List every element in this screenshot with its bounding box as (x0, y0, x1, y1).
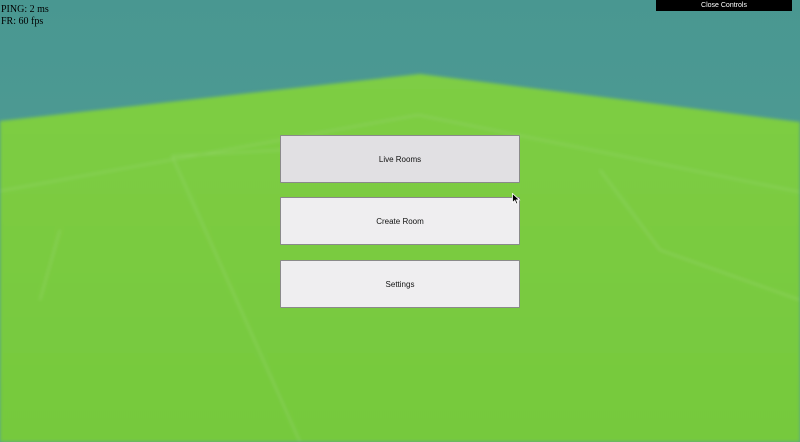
mouse-cursor-icon (512, 193, 521, 205)
ping-readout: PING: 2 ms (1, 4, 49, 15)
close-controls-button[interactable]: Close Controls (656, 0, 792, 11)
live-rooms-button[interactable]: Live Rooms (280, 135, 520, 183)
green-field (0, 74, 800, 442)
create-room-button[interactable]: Create Room (280, 197, 520, 245)
performance-stats: PING: 2 ms FR: 60 fps (1, 4, 49, 28)
settings-button[interactable]: Settings (280, 260, 520, 308)
framerate-readout: FR: 60 fps (1, 16, 44, 27)
